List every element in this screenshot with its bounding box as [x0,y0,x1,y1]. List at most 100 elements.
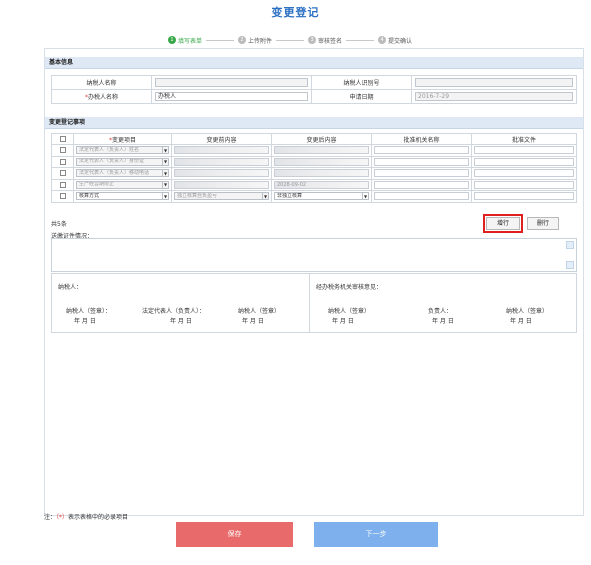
before-value [174,169,269,178]
taxpayer-name-field[interactable] [155,78,308,87]
chevron-down-icon: ▼ [162,170,168,177]
select-all-checkbox[interactable] [59,136,66,142]
step-number: 2 [238,36,247,44]
after-select[interactable]: 非独立核算 ▼ [274,192,369,201]
add-row-button[interactable]: 增行 [486,217,520,230]
chevron-down-icon: ▼ [362,193,368,200]
table-row: 法定代表人（负责人）移动电话 ▼ [51,167,577,180]
date-text: 年 月 日 [332,318,354,325]
before-value [174,157,269,166]
approval-authority-input[interactable] [374,157,469,166]
row-checkbox[interactable] [59,181,66,188]
row-checkbox[interactable] [59,158,66,165]
chevron-down-icon: ▼ [262,193,268,200]
approval-authority-input[interactable] [374,169,469,178]
documents-textarea[interactable] [51,238,577,272]
taxpayer-seal-label: 纳税人（签章） [238,308,281,315]
row-count: 共5条 [51,221,67,228]
taxpayer-seal-label: 纳税人（签章） [328,308,371,315]
row-checkbox[interactable] [59,147,66,154]
principal-label: 负责人： [428,308,453,315]
before-value [174,180,269,189]
after-input[interactable] [274,146,369,155]
table-row: 生产经营期限止 ▼ 2028-09-02 [51,178,577,191]
step-number: 3 [308,36,317,44]
approval-doc-input[interactable] [474,169,574,178]
before-select[interactable]: 独立核算自负盈亏 ▼ [174,192,269,201]
handler-name-label: *办税人名称 [51,89,152,104]
col-approval-authority: 批准机关名称 [371,133,472,145]
legal-rep-label: 法定代表人（负责人）： [142,308,206,315]
row-checkbox[interactable] [59,170,66,177]
change-item-select[interactable]: 法定代表人（负责人）移动电话 ▼ [76,169,169,178]
scroll-up-button[interactable] [566,241,574,249]
divider [309,274,310,332]
table-row: 法定代表人（负责人）身份证 ▼ [51,155,577,168]
taxpayer-seal-label: 纳税人（签章） [506,308,549,315]
step-number: 4 [378,36,387,44]
taxpayer-sign-title: 纳税人： [58,284,83,291]
date-text: 年 月 日 [170,318,192,325]
table-row: 法定代表人（负责人）姓名 ▼ [51,144,577,157]
date-text: 年 月 日 [74,318,96,325]
approval-authority-input[interactable] [374,192,469,201]
after-input[interactable]: 2028-09-02 [274,180,369,189]
approval-authority-input[interactable] [374,146,469,155]
after-input[interactable] [274,157,369,166]
taxpayer-id-field[interactable] [415,78,573,87]
delete-row-button[interactable]: 删行 [527,217,559,230]
approval-authority-input[interactable] [374,180,469,189]
taxpayer-id-label: 纳税人识别号 [311,75,412,90]
page-title: 变更登记 [271,6,320,19]
handler-name-field[interactable]: 办税人 [155,92,308,101]
tax-office-opinion-title: 经办税务机关审核意见： [316,284,383,291]
form-panel: 基本信息 纳税人名称 纳税人识别号 *办税人名称 办税人 申请日期 2016-7… [44,48,584,516]
change-item-select[interactable]: 生产经营期限止 ▼ [76,180,169,189]
apply-date-label: 申请日期 [311,89,412,104]
step-number: 1 [168,36,176,44]
step-upload: 2 上传附件 [238,36,272,45]
col-after: 变更后内容 [271,133,372,145]
chevron-down-icon: ▼ [162,181,168,188]
step-confirm: 4 提交确认 [378,36,412,45]
step-label: 填写表单 [178,37,203,45]
step-label: 提交确认 [388,37,413,45]
change-item-select[interactable]: 法定代表人（负责人）姓名 ▼ [76,146,169,155]
scroll-down-button[interactable] [566,261,574,269]
row-checkbox[interactable] [59,193,66,200]
before-value [174,146,269,155]
signature-section: 纳税人： 纳税人（签章）： 年 月 日 法定代表人（负责人）： 年 月 日 纳税… [51,273,577,333]
approval-doc-input[interactable] [474,192,574,201]
save-button[interactable]: 保存 [176,522,293,547]
col-before: 变更前内容 [171,133,272,145]
step-fill-form: 1 填写表单 [168,36,202,45]
chevron-down-icon: ▼ [162,147,168,154]
table-header-row: *变更项目 变更前内容 变更后内容 批准机关名称 批准文件 [51,133,577,145]
apply-date-field[interactable]: 2016-7-29 [415,92,573,101]
taxpayer-seal-label: 纳税人（签章）： [66,308,112,315]
col-approval-doc: 批准文件 [471,133,577,145]
col-change-item: *变更项目 [73,133,172,145]
change-item-select[interactable]: 核算方式 ▼ [76,192,169,201]
step-connector [206,39,235,41]
date-text: 年 月 日 [242,318,264,325]
chevron-down-icon: ▼ [162,193,168,200]
basic-info-table: 纳税人名称 纳税人识别号 *办税人名称 办税人 申请日期 2016-7-29 [51,75,577,104]
date-text: 年 月 日 [432,318,454,325]
after-input[interactable] [274,169,369,178]
approval-doc-input[interactable] [474,180,574,189]
change-items-header: 变更登记事项 [45,117,583,129]
date-text: 年 月 日 [510,318,532,325]
chevron-down-icon: ▼ [162,158,168,165]
taxpayer-name-label: 纳税人名称 [51,75,152,90]
step-label: 上传附件 [248,37,273,45]
step-review: 3 审核签名 [308,36,342,45]
approval-doc-input[interactable] [474,157,574,166]
change-item-select[interactable]: 法定代表人（负责人）身份证 ▼ [76,157,169,166]
step-label: 审核签名 [318,37,343,45]
approval-doc-input[interactable] [474,146,574,155]
step-connector [346,39,375,41]
basic-info-header: 基本信息 [45,57,583,69]
change-items-table: *变更项目 变更前内容 变更后内容 批准机关名称 批准文件 法定代表人（负责人）… [51,133,577,203]
next-step-button[interactable]: 下一步 [314,522,438,547]
